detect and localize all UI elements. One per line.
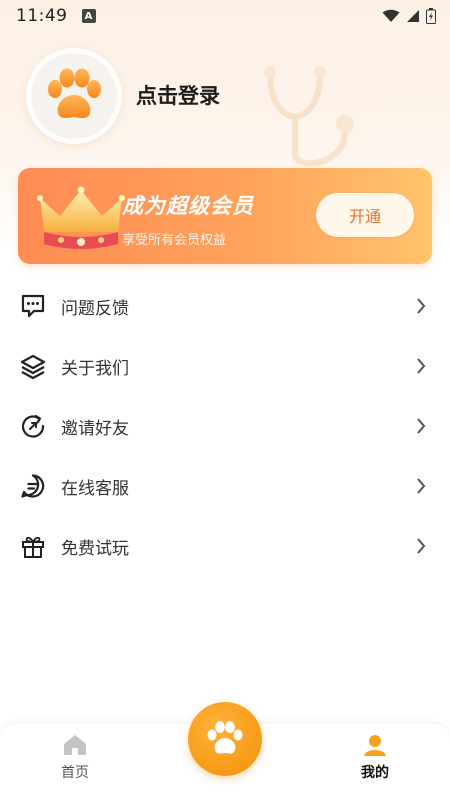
vip-title: 成为超级会员 <box>122 194 254 218</box>
message-icon <box>20 473 46 499</box>
chevron-right-icon <box>417 418 426 434</box>
status-icons <box>382 8 436 24</box>
settings-menu: 问题反馈 关于我们 邀请好友 在线客服 免费试玩 <box>0 276 450 576</box>
wifi-icon <box>382 9 400 22</box>
vip-card[interactable]: 成为超级会员 享受所有会员权益 开通 <box>18 168 432 264</box>
chevron-right-icon <box>417 298 426 314</box>
login-prompt[interactable]: 点击登录 <box>136 80 220 110</box>
signal-icon <box>407 10 419 22</box>
status-time: 11:49 <box>16 6 68 26</box>
center-paw-button[interactable] <box>188 702 262 776</box>
paw-icon <box>48 68 101 119</box>
chevron-right-icon <box>417 358 426 374</box>
home-icon <box>64 735 86 755</box>
tab-home-label: 首页 <box>61 765 89 781</box>
feedback-chat-icon <box>20 293 46 319</box>
status-bar: 11:49 A <box>0 0 450 32</box>
crown-icon <box>37 186 125 249</box>
avatar[interactable] <box>26 48 122 144</box>
menu-item-about[interactable]: 关于我们 <box>0 336 450 396</box>
battery-icon <box>426 8 436 24</box>
refresh-arrow-icon <box>20 413 46 439</box>
chevron-right-icon <box>417 538 426 554</box>
menu-item-invite[interactable]: 邀请好友 <box>0 396 450 456</box>
paw-icon <box>207 721 243 754</box>
menu-item-support[interactable]: 在线客服 <box>0 456 450 516</box>
avatar-frame <box>31 53 117 139</box>
notification-badge: A <box>81 9 96 23</box>
menu-item-label: 问题反馈 <box>61 298 129 319</box>
menu-item-label: 免费试玩 <box>61 538 129 559</box>
menu-item-label: 在线客服 <box>61 478 129 499</box>
menu-item-feedback[interactable]: 问题反馈 <box>0 276 450 336</box>
gift-icon <box>20 533 46 559</box>
menu-item-label: 关于我们 <box>61 358 129 379</box>
stethoscope-decoration-icon <box>264 66 354 167</box>
tab-mine[interactable]: 我的 <box>335 734 415 782</box>
user-icon <box>364 735 386 756</box>
tab-home[interactable]: 首页 <box>35 734 115 782</box>
chevron-right-icon <box>417 478 426 494</box>
tab-mine-label: 我的 <box>361 765 389 781</box>
vip-subtitle: 享受所有会员权益 <box>122 233 227 248</box>
activate-vip-button[interactable]: 开通 <box>316 193 414 237</box>
menu-item-free-trial[interactable]: 免费试玩 <box>0 516 450 576</box>
layers-icon <box>20 353 46 379</box>
menu-item-label: 邀请好友 <box>61 418 129 439</box>
